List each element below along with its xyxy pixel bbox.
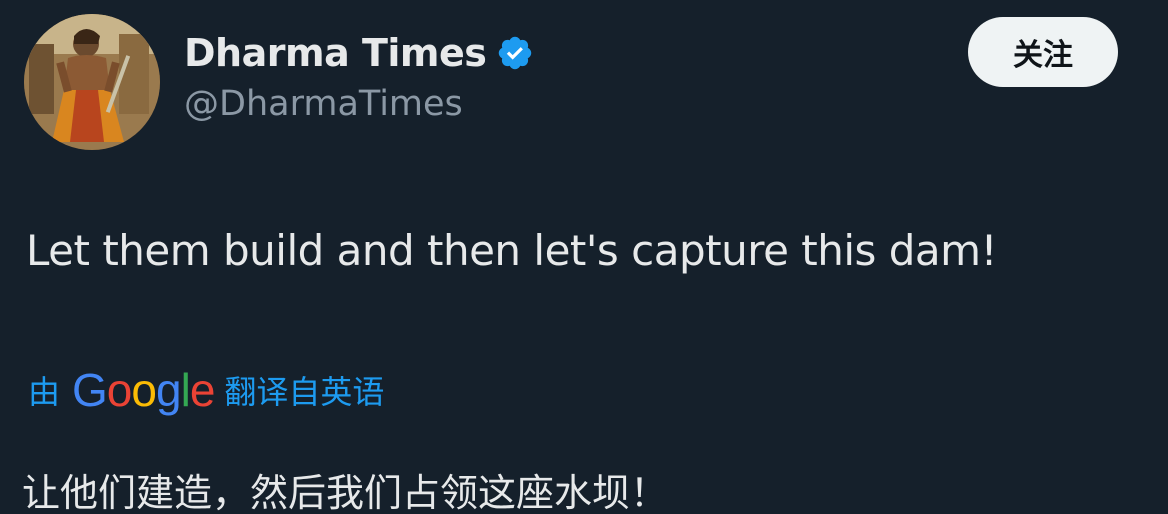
name-row: Dharma Times bbox=[184, 28, 534, 78]
avatar[interactable] bbox=[24, 14, 160, 150]
verified-badge-icon bbox=[496, 34, 534, 72]
display-name[interactable]: Dharma Times bbox=[184, 31, 487, 75]
follow-button[interactable]: 关注 bbox=[968, 17, 1118, 87]
google-logo-icon: Google bbox=[72, 364, 215, 416]
avatar-warrior-illustration bbox=[24, 14, 160, 150]
translated-tweet-text: 让他们建造，然后我们占领这座水坝！ bbox=[22, 471, 669, 514]
translation-suffix: 翻译自英语 bbox=[224, 373, 385, 411]
user-handle[interactable]: @DharmaTimes bbox=[184, 84, 463, 124]
tweet-text: Let them build and then let's capture th… bbox=[26, 226, 997, 275]
translation-prefix: 由 bbox=[28, 373, 61, 411]
translation-attribution[interactable]: 由 Google 翻译自英语 bbox=[28, 362, 384, 418]
